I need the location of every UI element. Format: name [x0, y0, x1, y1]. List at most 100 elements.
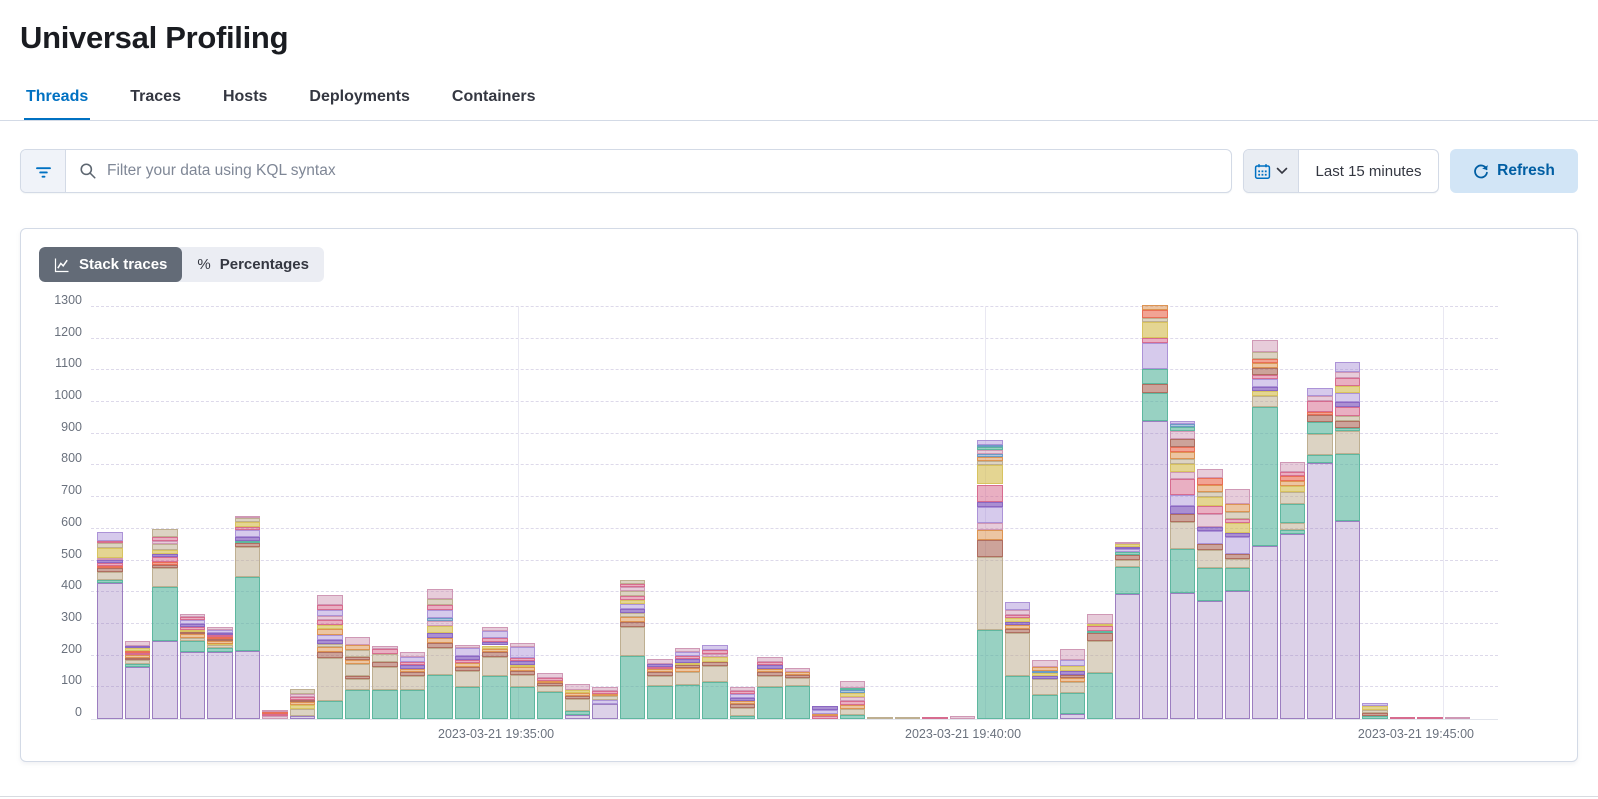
stacked-bar[interactable] [152, 529, 178, 719]
bar-segment [1335, 416, 1361, 421]
bar-segment [1170, 464, 1196, 473]
bar-segment [785, 675, 811, 678]
stacked-bar[interactable] [1280, 462, 1306, 719]
y-axis-label: 500 [61, 547, 82, 561]
bar-segment [207, 645, 233, 648]
stacked-bar[interactable] [180, 614, 206, 719]
tab-hosts[interactable]: Hosts [221, 80, 269, 120]
bar-segment [235, 547, 261, 577]
stacked-bar[interactable] [290, 689, 316, 719]
stacked-bar[interactable] [482, 627, 508, 719]
toggle-percentages[interactable]: %Percentages [182, 247, 324, 282]
bar-segment [207, 633, 233, 635]
stacked-bar[interactable] [1060, 649, 1086, 719]
bar-segment [1170, 439, 1196, 447]
filter-menu-button[interactable] [21, 150, 66, 192]
stacked-bar[interactable] [427, 589, 453, 719]
line-chart-icon [54, 257, 70, 273]
bar-segment [840, 681, 866, 688]
stacked-bar[interactable] [647, 659, 673, 719]
stacked-bar[interactable] [895, 718, 921, 719]
stacked-bar[interactable] [702, 645, 728, 719]
stacked-bar[interactable] [675, 648, 701, 719]
bar-segment [317, 605, 343, 610]
tab-containers[interactable]: Containers [450, 80, 538, 120]
stacked-bar[interactable] [922, 717, 948, 719]
stacked-bar[interactable] [97, 532, 123, 719]
bar-segment [400, 662, 426, 665]
stacked-bar[interactable] [1197, 469, 1223, 719]
bar-segment [537, 681, 563, 684]
stacked-bar[interactable] [1390, 717, 1416, 719]
stacked-bar[interactable] [1335, 362, 1361, 719]
bar-segment [345, 650, 371, 656]
search-input[interactable]: Filter your data using KQL syntax [66, 150, 1231, 192]
stacked-bar[interactable] [510, 643, 536, 719]
bar-segment [977, 447, 1003, 450]
refresh-button[interactable]: Refresh [1450, 149, 1578, 193]
stacked-bar[interactable] [1225, 489, 1251, 719]
bar-segment [427, 633, 453, 638]
stacked-bar[interactable] [950, 716, 976, 719]
stacked-bar[interactable] [1032, 660, 1058, 719]
stacked-bar[interactable] [730, 687, 756, 719]
stacked-bar[interactable] [867, 717, 893, 719]
stacked-bar[interactable] [1362, 703, 1388, 719]
bar-segment [1142, 369, 1168, 383]
bar-segment [180, 641, 206, 652]
bar-segment [620, 627, 646, 656]
stacked-bar[interactable] [125, 641, 151, 719]
stacked-bar[interactable] [757, 657, 783, 719]
stacked-bar[interactable] [812, 706, 838, 719]
page-bottom-edge [0, 796, 1598, 797]
stacked-bar[interactable] [1417, 717, 1443, 719]
bar-segment [1280, 534, 1306, 719]
stacked-bar[interactable] [565, 684, 591, 719]
stacked-bar[interactable] [317, 595, 343, 719]
bar-segment [427, 599, 453, 605]
bar-segment [235, 543, 261, 547]
bar-segment [757, 687, 783, 719]
stacked-bar[interactable] [592, 687, 618, 719]
bar-segment [1307, 401, 1333, 412]
stacked-bar[interactable] [455, 645, 481, 719]
stacked-bar[interactable] [262, 710, 288, 720]
stacked-bar[interactable] [400, 652, 426, 719]
stacked-bar[interactable] [1307, 388, 1333, 719]
stacked-bar[interactable] [840, 681, 866, 719]
stacked-bar[interactable] [620, 580, 646, 719]
bar-segment [1362, 716, 1388, 719]
stacked-bar[interactable] [1252, 340, 1278, 719]
bar-segment [1197, 544, 1223, 550]
stacked-bar[interactable] [785, 668, 811, 719]
bar-segment [1005, 615, 1031, 618]
tab-deployments[interactable]: Deployments [307, 80, 411, 120]
stacked-bar[interactable] [1142, 307, 1168, 719]
tab-traces[interactable]: Traces [128, 80, 183, 120]
stacked-bar[interactable] [1445, 718, 1471, 719]
stacked-bar[interactable] [345, 637, 371, 719]
bar-segment [345, 690, 371, 719]
bar-segment [1032, 679, 1058, 695]
bar-segment [620, 609, 646, 613]
stacked-bar[interactable] [977, 440, 1003, 719]
stacked-bar[interactable] [1087, 614, 1113, 719]
stacked-bar[interactable] [235, 516, 261, 719]
bar-segment [235, 530, 261, 536]
bar-segment [1005, 622, 1031, 625]
toggle-stack-traces[interactable]: Stack traces [39, 247, 182, 282]
stacked-bar[interactable] [1115, 542, 1141, 719]
stacked-bar[interactable] [372, 646, 398, 719]
plot-area[interactable]: 0100200300400500600700800900100011001200… [91, 307, 1498, 720]
time-range-button[interactable]: Last 15 minutes [1299, 150, 1438, 192]
tab-threads[interactable]: Threads [24, 80, 90, 120]
stacked-bar[interactable] [1005, 602, 1031, 719]
stacked-bar[interactable] [1170, 421, 1196, 719]
stacked-bar[interactable] [207, 627, 233, 719]
date-picker-menu-button[interactable] [1244, 150, 1299, 192]
stacked-bar[interactable] [537, 673, 563, 719]
y-axis-label: 800 [61, 451, 82, 465]
filter-icon [35, 163, 52, 180]
bar-segment [317, 610, 343, 616]
bar-segment [1252, 359, 1278, 364]
